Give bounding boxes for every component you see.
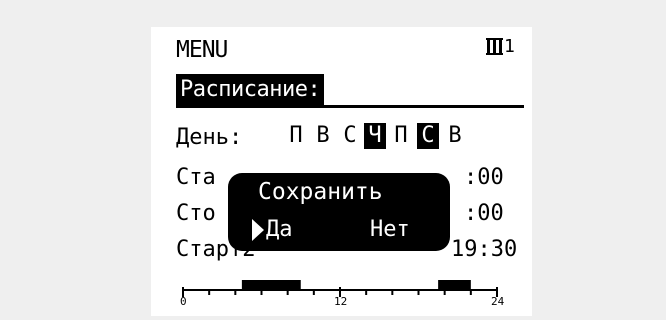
- timeline-tick-label: 12: [334, 295, 348, 308]
- timeline-tick: [365, 289, 368, 295]
- timeline-period: [241, 280, 301, 289]
- timeline-tick: [443, 289, 446, 295]
- timeline-tick: [417, 289, 420, 295]
- yes-label: Да: [266, 217, 293, 242]
- timeline-tick: [286, 289, 289, 295]
- timeline-tick: [469, 289, 472, 295]
- timeline-tick: [260, 289, 263, 295]
- lcd-display: MENU 1 Расписание: День: ПВСЧПСВ Ста :00…: [151, 27, 532, 316]
- timeline-tick-label: 0: [180, 295, 187, 308]
- timeline-tick: [391, 289, 394, 295]
- save-dialog: Сохранить Да Нет: [228, 173, 450, 251]
- timeline-tick: [234, 289, 237, 295]
- timeline-tick-label: 24: [491, 295, 505, 308]
- schedule-timeline: [182, 280, 498, 297]
- timeline-tick: [312, 289, 315, 295]
- yes-option[interactable]: Да: [252, 217, 293, 242]
- dialog-title: Сохранить: [258, 179, 383, 205]
- timeline-tick: [208, 289, 211, 295]
- timeline-period: [438, 280, 471, 289]
- no-option[interactable]: Нет: [370, 217, 410, 242]
- selection-arrow-icon: [252, 218, 264, 241]
